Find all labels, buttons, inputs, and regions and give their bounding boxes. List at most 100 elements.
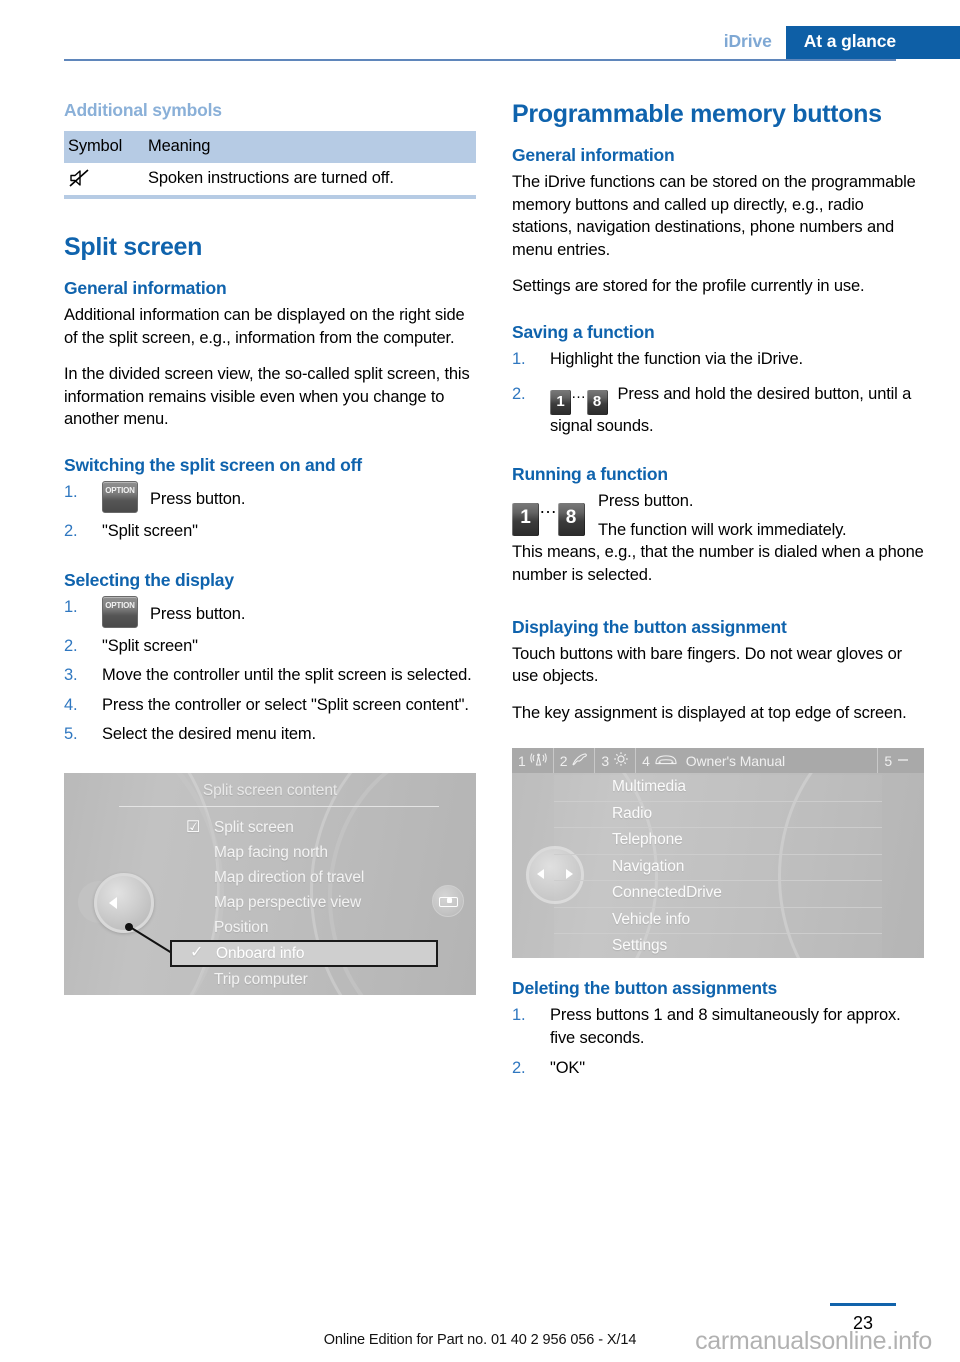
step-text: Select the desired menu item. (102, 725, 316, 744)
step-number: 3. (64, 666, 78, 685)
running-line-3: This means, e.g., that the number is dia… (512, 543, 924, 584)
memory-slot-3[interactable]: 3 (595, 748, 637, 774)
controller-knob-icon[interactable] (94, 872, 154, 933)
list-item[interactable]: Settings (554, 934, 882, 958)
list-item[interactable]: Multimedia (554, 775, 882, 802)
list-item: 2. 1… 8 Press and hold the desired button,… (512, 383, 924, 438)
option-button-icon[interactable]: OPTION (102, 595, 138, 628)
memory-general-paragraph-1: The iDrive functions can be stored on th… (512, 173, 916, 259)
list-item-label: Position (214, 918, 269, 936)
page-header: iDrive At a glance (0, 0, 960, 62)
ellipsis-icon: … (571, 384, 587, 402)
memory-button-8-icon[interactable]: 8 (557, 503, 585, 537)
memory-slot-5[interactable]: 5 (877, 748, 924, 774)
list-item[interactable]: Trip computer (182, 967, 458, 992)
step-text: Press the controller or select "Split sc… (102, 695, 469, 714)
list-item: 2. "Split screen" (64, 635, 476, 658)
list-item-selected[interactable]: ✓ Onboard info (170, 939, 438, 967)
left-arrow-icon (109, 896, 117, 909)
checkbox-icon: ☑ (186, 818, 201, 836)
table-row: Spoken instructions are turned off. (64, 163, 476, 195)
memory-general-paragraph-2: Settings are stored for the profile curr… (512, 277, 865, 296)
saving-function-steps: 1. Highlight the function via the iDrive… (512, 348, 924, 437)
page-title: Programmable memory buttons (512, 100, 882, 128)
list-item-label: Map perspective view (214, 893, 362, 911)
step-number: 2. (512, 384, 526, 403)
phone-icon (571, 752, 588, 770)
check-icon: ✓ (190, 943, 204, 961)
leader-dot (125, 922, 133, 931)
memory-button-1-icon[interactable]: 1 (550, 389, 571, 415)
deleting-assignments-steps: 1. Press buttons 1 and 8 simultaneously … (512, 1004, 924, 1079)
gear-icon (613, 751, 629, 770)
running-function-block: 1… 8 Press button. The function will work… (512, 490, 924, 586)
memory-button-8-icon[interactable]: 8 (586, 389, 608, 415)
list-item: 1. OPTION Press button. (64, 595, 476, 628)
list-item: 2. "Split screen" (64, 520, 476, 543)
list-item[interactable]: ☑ Split screen (182, 815, 458, 840)
list-item[interactable]: Radio (554, 802, 882, 829)
column-header-symbol: Symbol (68, 137, 123, 155)
step-number: 5. (64, 725, 78, 744)
list-item[interactable]: Navigation (554, 855, 882, 882)
list-item: 1. OPTION Press button. (64, 480, 476, 513)
memory-slot-1[interactable]: 1 (512, 748, 554, 774)
list-item[interactable]: Telephone (554, 828, 882, 855)
meaning-cell: Spoken instructions are turned off. (148, 169, 394, 187)
step-text: "OK" (550, 1058, 585, 1077)
main-menu-list: Multimedia Radio Telephone Navigation Co… (554, 775, 882, 958)
header-divider (64, 59, 896, 61)
list-item: 2. "OK" (512, 1057, 924, 1080)
memory-slot-4[interactable]: 4 Owner's Manual (636, 748, 877, 773)
table-bottom-rule (64, 195, 476, 199)
displaying-assignment-heading: Displaying the button assignment (512, 616, 787, 637)
split-screen-content-figure: Split screen content ☑ Split screen Map … (64, 772, 476, 995)
slot-number: 1 (518, 752, 526, 769)
additional-symbols-heading: Additional symbols (64, 100, 222, 120)
step-number: 1. (512, 1006, 526, 1025)
displaying-paragraph-1: Touch buttons with bare fingers. Do not … (512, 644, 902, 686)
running-function-heading: Running a function (512, 464, 668, 485)
option-button-label: OPTION (105, 485, 135, 495)
step-number: 2. (64, 521, 78, 540)
additional-symbols-table: Symbol Meaning Spoken instructions are t… (64, 131, 476, 199)
column-header-meaning: Meaning (148, 137, 211, 155)
memory-key-range: 1… 8 (512, 497, 585, 537)
step-number: 1. (64, 482, 78, 501)
step-text: Press button. (150, 604, 246, 623)
option-button-label: OPTION (105, 600, 135, 610)
list-item: 1. Highlight the function via the iDrive… (512, 348, 924, 371)
step-text: "Split screen" (102, 636, 198, 655)
saving-function-heading: Saving a function (512, 321, 655, 342)
switching-split-screen-heading: Switching the split screen on and off (64, 454, 362, 475)
list-item: 3. Move the controller until the split s… (64, 664, 476, 687)
list-item: 5. Select the desired menu item. (64, 723, 476, 746)
header-section-label: At a glance (785, 26, 960, 59)
step-text: Press button. (150, 489, 246, 508)
watermark: carmanualsonline.info (695, 1327, 932, 1355)
list-item-label: Map direction of travel (214, 868, 365, 886)
step-text: Highlight the function via the iDrive. (550, 349, 803, 368)
split-screen-general-paragraph-2: In the divided screen view, the so-calle… (64, 365, 470, 429)
split-screen-title: Split screen (64, 233, 203, 261)
antenna-icon (529, 752, 547, 770)
list-item[interactable]: Map perspective view (182, 890, 458, 915)
split-screen-general-paragraph-1: Additional information can be displayed … (64, 306, 465, 347)
list-item[interactable]: Vehicle info (554, 908, 882, 935)
slot-number: 2 (559, 752, 568, 769)
list-item[interactable]: Map facing north (182, 840, 458, 865)
option-button-icon[interactable]: OPTION (102, 480, 138, 513)
memory-slot-2[interactable]: 2 (554, 748, 596, 774)
memory-button-1-icon[interactable]: 1 (512, 503, 539, 537)
list-item[interactable]: Position (182, 915, 458, 940)
step-number: 2. (512, 1058, 526, 1077)
list-item: 4. Press the controller or select "Split… (64, 694, 476, 717)
figure-title: Split screen content (202, 781, 338, 799)
list-item[interactable]: ConnectedDrive (554, 881, 882, 908)
split-screen-general-heading: General information (64, 278, 227, 298)
slot-number: 3 (601, 752, 610, 769)
list-item[interactable]: Map direction of travel (182, 865, 458, 890)
left-arrow-icon (537, 869, 544, 880)
button-assignment-figure: 1 2 3 4 Owner's Manual 5 Multimedia Radi… (512, 748, 924, 959)
dash-icon (896, 753, 910, 769)
